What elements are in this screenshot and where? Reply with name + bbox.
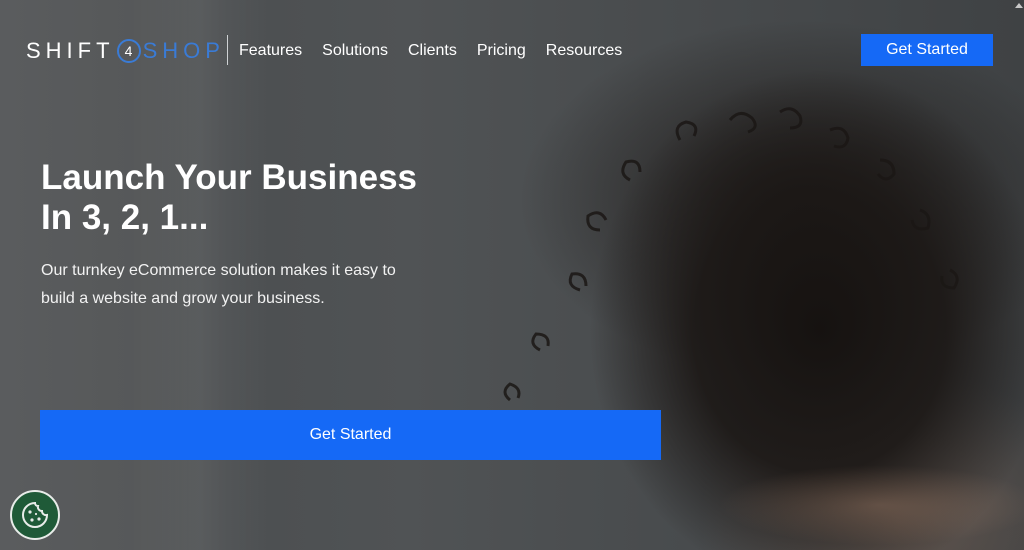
- cookie-icon: [22, 501, 49, 528]
- nav-link-resources[interactable]: Resources: [546, 41, 622, 61]
- cookie-settings-button[interactable]: [10, 490, 60, 540]
- logo-text-shop: SHOP: [142, 38, 225, 63]
- page-scrollbar[interactable]: [1013, 0, 1024, 550]
- logo-circle-four: 4: [116, 39, 141, 63]
- nav-link-features[interactable]: Features: [239, 41, 302, 61]
- logo-text-shift: SHIFT: [26, 38, 115, 63]
- hero-headline: Launch Your Business In 3, 2, 1...: [41, 158, 481, 238]
- shift4shop-logo[interactable]: SHIFT 4 SHOP: [26, 36, 225, 66]
- chevron-up-icon[interactable]: [1015, 3, 1023, 8]
- site-header: SHIFT 4 SHOP Features Solutions Clients …: [0, 0, 1024, 100]
- hero-subtext: Our turnkey eCommerce solution makes it …: [41, 262, 396, 307]
- nav-link-pricing[interactable]: Pricing: [477, 41, 526, 61]
- header-get-started-button[interactable]: Get Started: [861, 34, 993, 66]
- hero-get-started-button[interactable]: Get Started: [40, 410, 661, 460]
- main-nav: Features Solutions Clients Pricing Resou…: [239, 41, 642, 61]
- hero-photo-hair: [503, 107, 959, 402]
- hero-headline-line-1: Launch Your Business: [41, 158, 418, 197]
- logo-divider: [227, 35, 228, 65]
- nav-link-clients[interactable]: Clients: [408, 41, 457, 61]
- nav-link-solutions[interactable]: Solutions: [322, 41, 388, 61]
- hero-headline-line-2: In 3, 2, 1...: [41, 198, 209, 237]
